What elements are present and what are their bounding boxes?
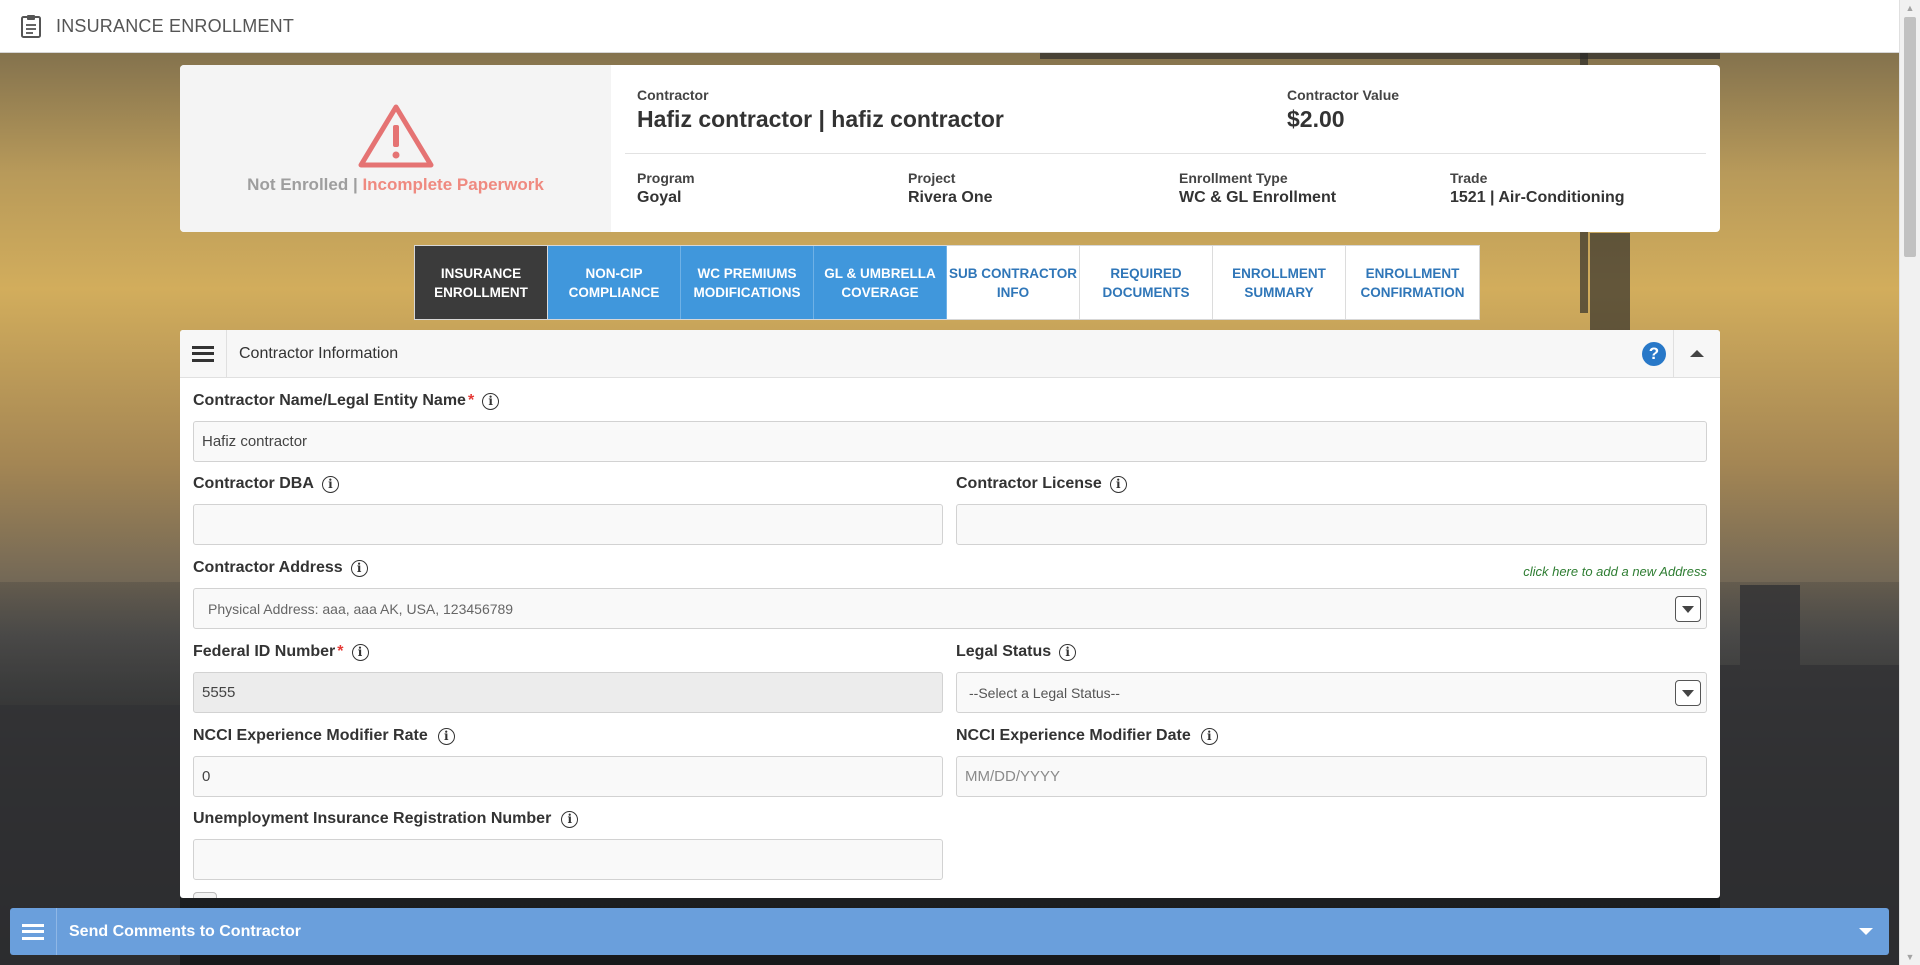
tab-non-cip-compliance[interactable]: NON-CIP COMPLIANCE (548, 246, 681, 319)
contractor-name: Hafiz contractor | hafiz contractor (637, 106, 1004, 132)
trade-value: 1521 | Air-Conditioning (1450, 189, 1625, 206)
scroll-up-arrow-icon[interactable]: ▲ (1900, 0, 1920, 16)
status-detail: Incomplete Paperwork (362, 174, 544, 194)
legal-status-select[interactable]: --Select a Legal Status-- (956, 672, 1707, 713)
tab-sub-contractor-info[interactable]: SUB CONTRACTOR INFO (947, 246, 1080, 319)
info-icon[interactable]: i (351, 643, 369, 661)
tab-enrollment-summary[interactable]: ENROLLMENT SUMMARY (1213, 246, 1346, 319)
contractor-value-amount: $2.00 (1287, 106, 1345, 132)
program-block: Program Goyal (625, 154, 896, 232)
chevron-down-icon[interactable] (1675, 680, 1701, 706)
status-separator: | (348, 174, 363, 194)
info-icon[interactable]: i (1200, 727, 1218, 745)
page-title: INSURANCE ENROLLMENT (56, 15, 295, 36)
dba-label: Contractor DBA i (193, 475, 339, 493)
unemployment-label: Unemployment Insurance Registration Numb… (193, 810, 579, 828)
required-marker: * (467, 392, 475, 409)
tab-wc-premiums-modifications[interactable]: WC PREMIUMS MODIFICATIONS (681, 246, 814, 319)
enrollment-summary-card: Not Enrolled | Incomplete Paperwork Cont… (180, 65, 1720, 232)
panel-header: Contractor Information ? (180, 330, 1720, 378)
scroll-thumb[interactable] (1904, 17, 1916, 257)
panel-menu-button[interactable] (180, 330, 227, 377)
warning-icon (358, 104, 433, 167)
federal-id-label: Federal ID Number * i (193, 643, 369, 661)
emr-date-label: NCCI Experience Modifier Date i (956, 727, 1218, 745)
legal-status-value: --Select a Legal Status-- (969, 684, 1120, 701)
tab-required-documents[interactable]: REQUIRED DOCUMENTS (1080, 246, 1213, 319)
dba-input[interactable] (193, 504, 943, 545)
trade-block: Trade 1521 | Air-Conditioning (1438, 154, 1625, 232)
project-label: Project (908, 170, 956, 186)
send-comments-bar[interactable]: Send Comments to Contractor (10, 908, 1889, 955)
unemployment-input[interactable] (193, 839, 943, 880)
chevron-down-icon[interactable] (1675, 596, 1701, 622)
address-select-value: Physical Address: aaa, aaa AK, USA, 1234… (208, 600, 514, 617)
enrollment-type-value: WC & GL Enrollment (1179, 189, 1337, 206)
info-icon[interactable]: i (1059, 643, 1077, 661)
legal-status-label: Legal Status i (956, 643, 1077, 661)
contractor-block: Contractor Hafiz contractor | hafiz cont… (625, 65, 1275, 153)
emr-date-input[interactable]: MM/DD/YYYY (956, 756, 1707, 797)
info-icon[interactable]: i (561, 810, 579, 828)
info-icon[interactable]: i (1109, 475, 1127, 493)
info-icon[interactable]: i (350, 559, 368, 577)
contractor-information-panel: Contractor Information ? Contractor Name… (180, 330, 1720, 898)
project-value: Rivera One (908, 189, 993, 206)
address-select[interactable]: Physical Address: aaa, aaa AK, USA, 1234… (193, 588, 1707, 629)
emr-rate-input[interactable]: 0 (193, 756, 943, 797)
info-icon[interactable]: i (482, 392, 500, 410)
enrollment-status-panel: Not Enrolled | Incomplete Paperwork (180, 65, 611, 232)
tab-insurance-enrollment[interactable]: INSURANCE ENROLLMENT (415, 246, 548, 319)
contractor-info-summary: Contractor Hafiz contractor | hafiz cont… (611, 65, 1720, 232)
contractor-value-block: Contractor Value $2.00 (1275, 65, 1399, 153)
status-label: Not Enrolled (247, 174, 349, 194)
tab-enrollment-confirmation[interactable]: ENROLLMENT CONFIRMATION (1346, 246, 1479, 319)
hamburger-icon (22, 923, 44, 940)
trade-label: Trade (1450, 170, 1488, 186)
enrollment-tabs: INSURANCE ENROLLMENT NON-CIP COMPLIANCE WC… (414, 245, 1480, 320)
enrollment-type-block: Enrollment Type WC & GL Enrollment (1167, 154, 1438, 232)
contractor-label: Contractor (637, 87, 709, 103)
project-block: Project Rivera One (896, 154, 1167, 232)
clipboard-icon (21, 15, 41, 38)
help-icon[interactable]: ? (1642, 342, 1666, 366)
legal-name-input[interactable]: Hafiz contractor (193, 421, 1707, 462)
emr-rate-label: NCCI Experience Modifier Rate i (193, 727, 455, 745)
add-address-link[interactable]: click here to add a new Address (1523, 564, 1707, 579)
required-marker: * (337, 643, 344, 660)
license-label: Contractor License i (956, 475, 1127, 493)
info-icon[interactable]: i (437, 727, 455, 745)
panel-title: Contractor Information (239, 344, 399, 362)
enrollment-type-label: Enrollment Type (1179, 170, 1288, 186)
program-label: Program (637, 170, 695, 186)
contractor-value-label: Contractor Value (1287, 87, 1400, 103)
caret-down-icon[interactable] (1859, 928, 1873, 935)
license-input[interactable] (956, 504, 1707, 545)
legal-name-label: Contractor Name/Legal Entity Name * i (193, 392, 500, 410)
info-icon[interactable]: i (321, 475, 339, 493)
page-scrollbar[interactable]: ▲ ▼ (1899, 0, 1920, 965)
caret-up-icon (1690, 350, 1704, 357)
hamburger-icon (192, 345, 214, 362)
checkbox[interactable] (193, 892, 217, 898)
comments-title: Send Comments to Contractor (69, 922, 302, 940)
collapse-panel-button[interactable] (1673, 330, 1720, 377)
app-header: INSURANCE ENROLLMENT (0, 0, 1900, 53)
federal-id-input[interactable]: 5555 (193, 672, 943, 713)
program-value: Goyal (637, 189, 682, 206)
scroll-down-arrow-icon[interactable]: ▼ (1900, 949, 1920, 965)
comments-menu-button[interactable] (10, 908, 57, 955)
enrollment-status: Not Enrolled | Incomplete Paperwork (247, 175, 544, 195)
tab-gl-umbrella-coverage[interactable]: GL & UMBRELLA COVERAGE (814, 246, 947, 319)
address-label: Contractor Address i (193, 559, 368, 577)
